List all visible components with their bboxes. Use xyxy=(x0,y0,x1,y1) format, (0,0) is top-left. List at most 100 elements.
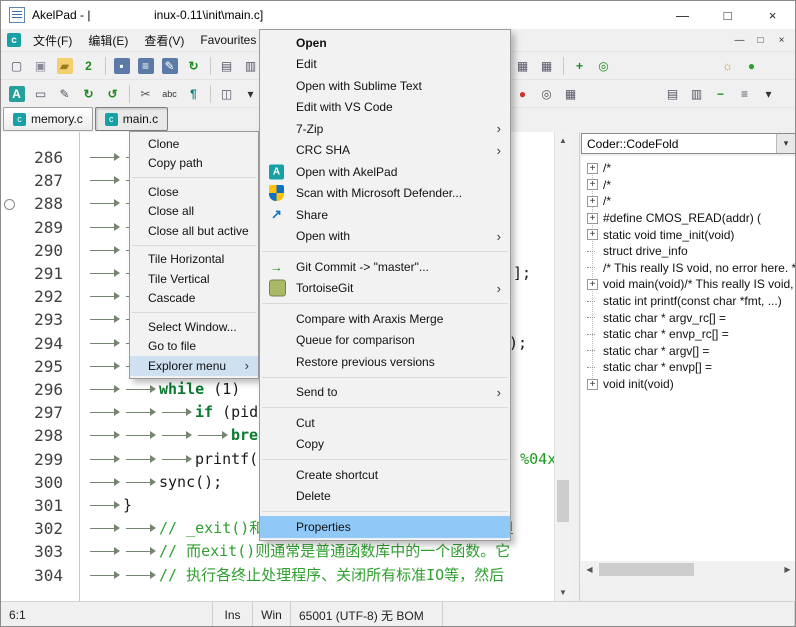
menubar-item-e[interactable]: 编辑(E) xyxy=(80,29,136,51)
panel-list-alt-button[interactable]: ▥ xyxy=(685,83,708,105)
codefold-item[interactable]: +/* xyxy=(581,193,796,210)
menu-item-close-all[interactable]: Close all xyxy=(130,202,258,222)
expand-plus-icon[interactable]: + xyxy=(587,279,598,290)
save-file-button[interactable]: ▪ xyxy=(110,55,133,77)
mdi-close-button[interactable]: × xyxy=(771,31,792,49)
expand-plus-icon[interactable]: + xyxy=(587,229,598,240)
menu-item-properties[interactable]: Properties xyxy=(260,516,510,538)
menu-item-tortoisegit[interactable]: TortoiseGit› xyxy=(260,278,510,300)
chevron-down-icon[interactable]: ▾ xyxy=(776,134,795,153)
editor-vertical-scrollbar[interactable]: ▲ ▼ xyxy=(554,132,571,601)
recent-files-button[interactable]: 2 xyxy=(77,55,100,77)
menu-item-copy-path[interactable]: Copy path xyxy=(130,154,258,174)
keyboard-button[interactable]: ▭ xyxy=(29,83,52,105)
codefold-item[interactable]: static char * envp[] = xyxy=(581,359,796,376)
grid-tool-button[interactable]: ▦ xyxy=(559,83,582,105)
menu-item-scan-with-microsoft-defender[interactable]: Scan with Microsoft Defender... xyxy=(260,183,510,205)
menu-item-close-all-but-active[interactable]: Close all but active xyxy=(130,221,258,241)
menu-item-edit[interactable]: Edit xyxy=(260,54,510,76)
refresh-back-button[interactable]: ↺ xyxy=(101,83,124,105)
settings-gear-button[interactable]: ☼ xyxy=(716,55,739,77)
codefold-horizontal-scrollbar[interactable]: ◀ ▶ xyxy=(581,561,796,578)
expand-plus-icon[interactable]: + xyxy=(587,179,598,190)
vertical-scroll-thumb[interactable] xyxy=(557,480,569,522)
edit-mode-button[interactable]: ✎ xyxy=(53,83,76,105)
code-line[interactable]: // 而exit()则通常是普通函数库中的一个函数。它 xyxy=(87,540,554,563)
menu-item-tile-vertical[interactable]: Tile Vertical xyxy=(130,269,258,289)
menu-item-explorer-menu[interactable]: Explorer menu› xyxy=(130,356,258,376)
codefold-item[interactable]: +/* xyxy=(581,177,796,194)
codefold-item[interactable]: static char * argv_rc[] = xyxy=(581,309,796,326)
menu-item-open-with[interactable]: Open with› xyxy=(260,226,510,248)
code-table-dropdown-button[interactable]: ▦ xyxy=(535,55,558,77)
menu-item-compare-with-araxis-merge[interactable]: Compare with Araxis Merge xyxy=(260,308,510,330)
scroll-down-icon[interactable]: ▼ xyxy=(555,584,571,601)
menu-item-cut[interactable]: Cut xyxy=(260,412,510,434)
menu-item-crc-sha[interactable]: CRC SHA› xyxy=(260,140,510,162)
scroll-left-icon[interactable]: ◀ xyxy=(581,561,598,578)
codefold-item[interactable]: struct drive_info xyxy=(581,243,796,260)
plugins-button[interactable]: ● xyxy=(740,55,763,77)
search-button[interactable]: ◎ xyxy=(535,83,558,105)
new-file-button[interactable]: ▢ xyxy=(5,55,28,77)
tab-memory-c[interactable]: cmemory.c xyxy=(3,107,93,131)
open-file-button[interactable]: ▰ xyxy=(53,55,76,77)
plugin-manager-button[interactable]: A xyxy=(5,83,28,105)
record-macro-button[interactable]: ● xyxy=(511,83,534,105)
menu-item-edit-with-vs-code[interactable]: Edit with VS Code xyxy=(260,97,510,119)
menu-item-close[interactable]: Close xyxy=(130,182,258,202)
mdi-minimize-button[interactable]: — xyxy=(729,31,750,49)
menu-item-git-commit-master[interactable]: →Git Commit -> "master"... xyxy=(260,256,510,278)
expand-plus-icon[interactable]: + xyxy=(587,196,598,207)
menu-item-open-with-akelpad[interactable]: AOpen with AkelPad xyxy=(260,161,510,183)
menu-item-go-to-file[interactable]: Go to file xyxy=(130,337,258,357)
remove-item-button[interactable]: − xyxy=(709,83,732,105)
codefold-item[interactable]: +#define CMOS_READ(addr) ( xyxy=(581,210,796,227)
expand-plus-icon[interactable]: + xyxy=(587,213,598,224)
menu-item-clone[interactable]: Clone xyxy=(130,134,258,154)
scroll-up-icon[interactable]: ▲ xyxy=(555,132,571,149)
run-target-button[interactable]: ◎ xyxy=(592,55,615,77)
reload-file-button[interactable]: ↻ xyxy=(182,55,205,77)
columns-view-button[interactable]: ◫ xyxy=(215,83,238,105)
cut-line-button[interactable]: ✂ xyxy=(134,83,157,105)
grid-dropdown-button[interactable]: ▾ xyxy=(757,83,780,105)
code-table-button[interactable]: ▦ xyxy=(511,55,534,77)
codefold-item[interactable]: static char * envp_rc[] = xyxy=(581,326,796,343)
menu-item-queue-for-comparison[interactable]: Queue for comparison xyxy=(260,330,510,352)
menu-item-tile-horizontal[interactable]: Tile Horizontal xyxy=(130,250,258,270)
maximize-button[interactable]: □ xyxy=(705,1,750,29)
menu-item-select-window[interactable]: Select Window... xyxy=(130,317,258,337)
menu-item-share[interactable]: ↗Share xyxy=(260,204,510,226)
add-item-button[interactable]: + xyxy=(568,55,591,77)
codefold-item[interactable]: static char * argv[] = xyxy=(581,343,796,360)
show-paragraph-marks-button[interactable]: ¶ xyxy=(182,83,205,105)
menu-item-send-to[interactable]: Send to› xyxy=(260,382,510,404)
tab-main-c[interactable]: cmain.c xyxy=(95,107,168,131)
hamburger-menu-button[interactable]: ≡ xyxy=(733,83,756,105)
menubar-item-f[interactable]: 文件(F) xyxy=(25,29,80,51)
horizontal-scroll-thumb[interactable] xyxy=(599,563,694,576)
expand-plus-icon[interactable]: + xyxy=(587,163,598,174)
close-button[interactable]: × xyxy=(750,1,795,29)
menu-item-open[interactable]: Open xyxy=(260,32,510,54)
save-all-button[interactable]: ≡ xyxy=(134,55,157,77)
codefold-item[interactable]: +static void time_init(void) xyxy=(581,226,796,243)
menubar-item-favourites[interactable]: Favourites xyxy=(192,29,264,51)
codefold-item[interactable]: /* This really IS void, no error here. *… xyxy=(581,260,796,277)
menu-item-open-with-sublime-text[interactable]: Open with Sublime Text xyxy=(260,75,510,97)
codefold-selector[interactable]: Coder::CodeFold ▾ xyxy=(581,133,796,154)
codefold-item[interactable]: static int printf(const char *fmt, ...) xyxy=(581,293,796,310)
menu-item-copy[interactable]: Copy xyxy=(260,434,510,456)
menu-item-delete[interactable]: Delete xyxy=(260,486,510,508)
minimize-button[interactable]: — xyxy=(660,1,705,29)
panel-list-button[interactable]: ▤ xyxy=(661,83,684,105)
menu-item-restore-previous-versions[interactable]: Restore previous versions xyxy=(260,351,510,373)
menubar-item-v[interactable]: 查看(V) xyxy=(136,29,192,51)
save-as-button[interactable]: ✎ xyxy=(158,55,181,77)
codefold-item[interactable]: +void init(void) xyxy=(581,376,796,393)
autocomplete-abc-button[interactable]: abc xyxy=(158,83,181,105)
refresh-forward-button[interactable]: ↻ xyxy=(77,83,100,105)
expand-plus-icon[interactable]: + xyxy=(587,379,598,390)
code-line[interactable]: // 执行各终止处理程序、关闭所有标准IO等，然后 xyxy=(87,564,554,587)
